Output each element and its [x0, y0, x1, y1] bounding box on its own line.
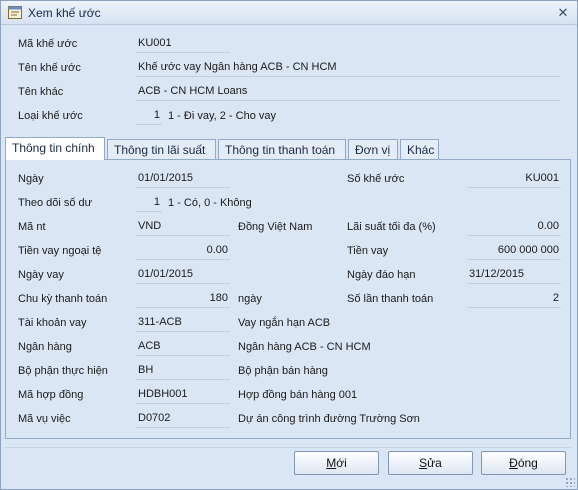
- other-name-field[interactable]: ACB - CN HCM Loans: [136, 85, 560, 101]
- new-button[interactable]: Mới: [294, 451, 379, 475]
- track-balance-field[interactable]: 1: [136, 196, 162, 212]
- tab-unit[interactable]: Đơn vị: [348, 139, 398, 159]
- track-balance-hint: 1 - Có, 0 - Không: [168, 197, 252, 209]
- currency-field[interactable]: VND: [136, 220, 230, 236]
- window-title: Xem khế ước: [28, 6, 101, 20]
- department-field[interactable]: BH: [136, 364, 230, 380]
- foreign-loan-field[interactable]: 0.00: [136, 244, 230, 260]
- window-app-icon: [8, 6, 22, 19]
- close-icon[interactable]: ✕: [555, 5, 571, 21]
- contract-ref-desc: Hợp đồng bán hàng 001: [238, 389, 358, 401]
- max-interest-label: Lãi suất tối đa (%): [347, 221, 436, 233]
- date-field[interactable]: 01/01/2015: [136, 172, 230, 188]
- edit-button[interactable]: Sửa: [388, 451, 473, 475]
- department-label: Bộ phận thực hiện: [18, 365, 108, 377]
- title-bar[interactable]: Xem khế ước ✕: [1, 1, 577, 25]
- edit-button-hotkey: S: [419, 456, 428, 470]
- footer-divider: [5, 447, 571, 448]
- edit-button-label-post: ửa: [427, 456, 442, 470]
- loan-date-label: Ngày vay: [18, 269, 64, 281]
- bank-label: Ngân hàng: [18, 341, 72, 353]
- loan-account-label: Tài khoản vay: [18, 317, 87, 329]
- maturity-date-label: Ngày đáo hạn: [347, 269, 416, 281]
- bank-desc: Ngân hàng ACB - CN HCM: [238, 341, 371, 353]
- view-contract-window: Xem khế ước ✕ Mã khế ước KU001 Tên khế ư…: [0, 0, 578, 490]
- contract-no-label: Số khế ước: [347, 173, 405, 185]
- contract-no-field[interactable]: KU001: [467, 172, 561, 188]
- max-interest-field[interactable]: 0.00: [467, 220, 561, 236]
- department-desc: Bộ phận bán hàng: [238, 365, 328, 377]
- contract-type-field[interactable]: 1: [136, 109, 162, 125]
- resize-grip[interactable]: [565, 477, 575, 487]
- contract-ref-label: Mã hợp đồng: [18, 389, 84, 401]
- contract-type-hint: 1 - Đi vay, 2 - Cho vay: [168, 110, 276, 122]
- tab-main-info[interactable]: Thông tin chính: [5, 137, 105, 160]
- close-button[interactable]: Đóng: [481, 451, 566, 475]
- payment-count-label: Số lần thanh toán: [347, 293, 434, 305]
- close-button-hotkey: Đ: [509, 456, 518, 470]
- bank-field[interactable]: ACB: [136, 340, 230, 356]
- foreign-loan-label: Tiền vay ngoại tệ: [18, 245, 102, 257]
- payment-cycle-field[interactable]: 180: [136, 292, 230, 308]
- loan-amount-field[interactable]: 600 000 000: [467, 244, 561, 260]
- job-code-field[interactable]: D0702: [136, 412, 230, 428]
- tab-payment-info[interactable]: Thông tin thanh toán: [218, 139, 346, 159]
- new-button-label-post: ới: [336, 456, 347, 470]
- date-label: Ngày: [18, 173, 44, 185]
- job-code-desc: Dự án công trình đường Trường Sơn: [238, 413, 420, 425]
- currency-label: Mã nt: [18, 221, 46, 233]
- close-button-label-post: óng: [517, 456, 538, 470]
- track-balance-label: Theo dõi số dư: [18, 197, 93, 209]
- loan-amount-label: Tiền vay: [347, 245, 389, 257]
- contract-code-field[interactable]: KU001: [136, 37, 230, 53]
- contract-type-label: Loại khế ước: [18, 110, 83, 122]
- tab-interest-info[interactable]: Thông tin lãi suất: [107, 139, 216, 159]
- loan-date-field[interactable]: 01/01/2015: [136, 268, 230, 284]
- loan-account-field[interactable]: 311-ACB: [136, 316, 230, 332]
- new-button-hotkey: M: [326, 456, 337, 470]
- contract-name-label: Tên khế ước: [18, 62, 81, 74]
- payment-cycle-unit: ngày: [238, 293, 262, 305]
- job-code-label: Mã vụ việc: [18, 413, 71, 425]
- contract-code-label: Mã khế ước: [18, 38, 78, 50]
- currency-desc: Đồng Việt Nam: [238, 221, 313, 233]
- tab-other[interactable]: Khác: [400, 139, 439, 159]
- maturity-date-field[interactable]: 31/12/2015: [467, 268, 561, 284]
- payment-count-field[interactable]: 2: [467, 292, 561, 308]
- tab-strip: Thông tin chính Thông tin lãi suất Thông…: [5, 137, 571, 160]
- payment-cycle-label: Chu kỳ thanh toán: [18, 293, 108, 305]
- other-name-label: Tên khác: [18, 86, 64, 98]
- contract-name-field[interactable]: Khế ước vay Ngân hàng ACB - CN HCM: [136, 61, 560, 77]
- contract-ref-field[interactable]: HDBH001: [136, 388, 230, 404]
- loan-account-desc: Vay ngắn hạn ACB: [238, 317, 331, 329]
